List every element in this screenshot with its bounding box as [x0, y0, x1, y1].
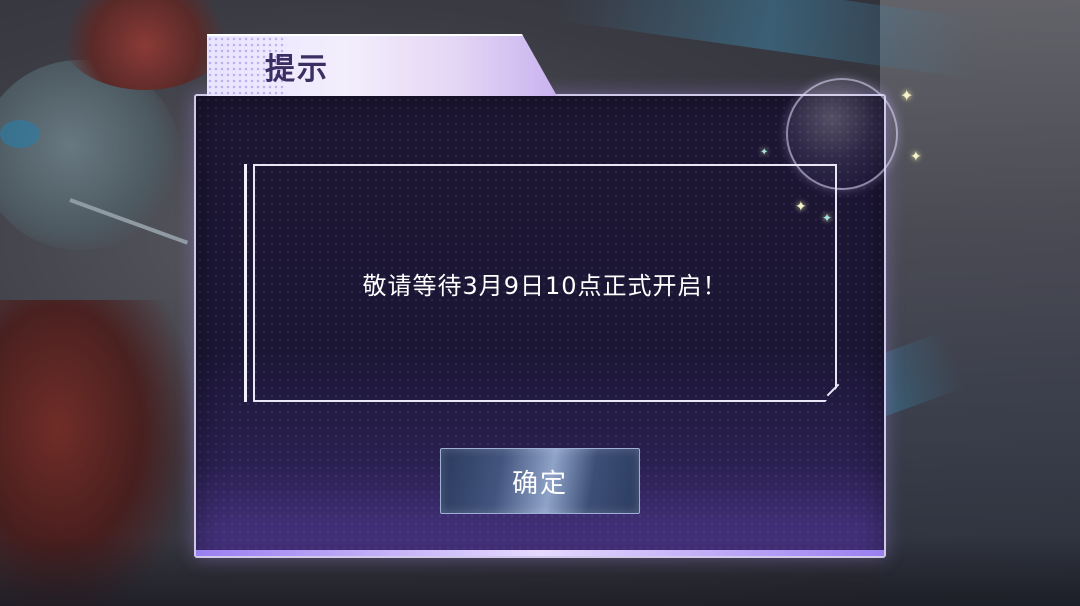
- sparkle-icon: ✦: [910, 149, 922, 165]
- frame-accent-bar: [244, 164, 247, 402]
- background-swirl: [557, 0, 983, 79]
- confirm-button[interactable]: 确定: [440, 448, 640, 514]
- dialog-title-tab: [207, 34, 557, 96]
- sparkle-icon: ✦: [760, 147, 769, 158]
- dialog-message: 敬请等待3月9日10点正式开启！: [362, 271, 728, 300]
- background-mascot-eye: [0, 120, 40, 148]
- game-scene: 提示 ✦ ✦ ✦ ✦ ✦ 敬请等待3月9日10点正式开启！ 确定: [0, 0, 1080, 606]
- sparkle-icon: ✦: [900, 86, 914, 105]
- dialog-title: 提示: [265, 52, 329, 87]
- dialog-bottom-glow: [196, 550, 884, 556]
